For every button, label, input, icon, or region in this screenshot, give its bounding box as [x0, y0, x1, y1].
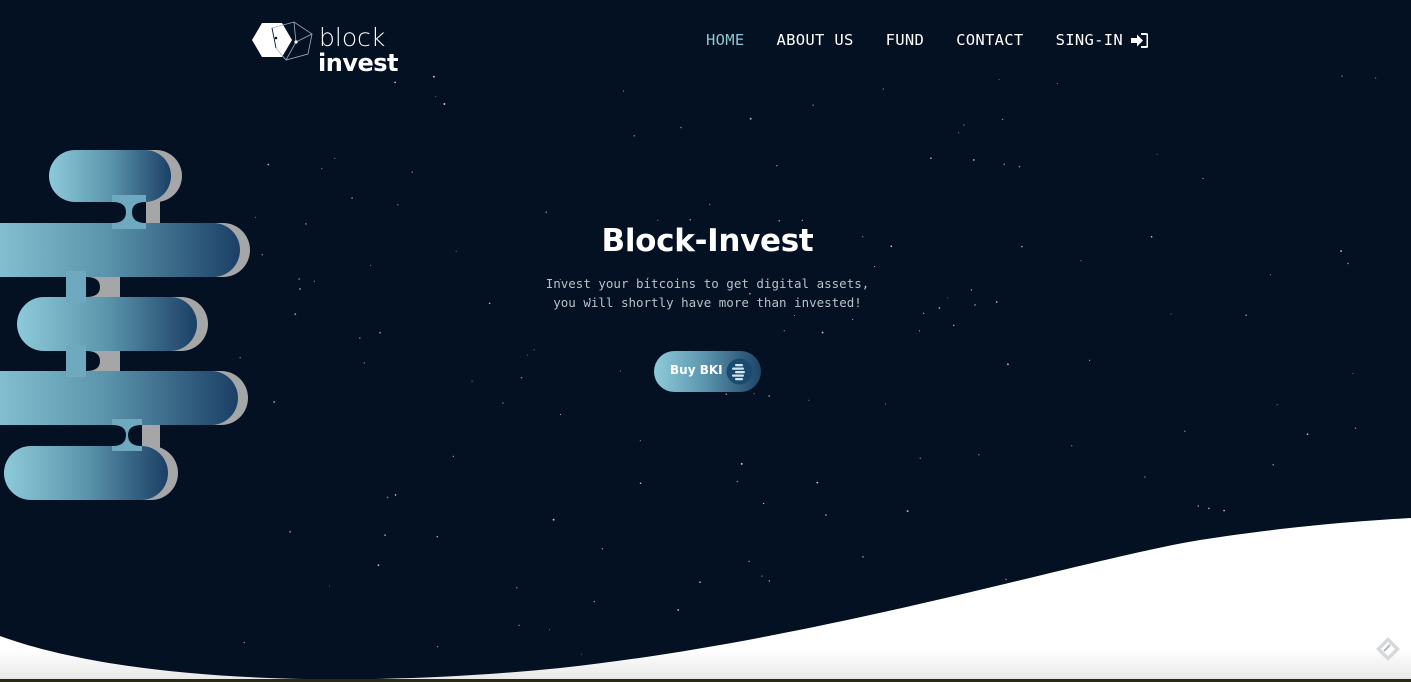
logo-word-block: block: [319, 23, 386, 52]
diamond-scroll-icon[interactable]: [1374, 635, 1402, 663]
main-nav: HOME ABOUT US FUND CONTACT SING-IN: [706, 30, 1148, 50]
sign-in-icon: [1131, 32, 1148, 48]
nav-about-us[interactable]: ABOUT US: [777, 31, 854, 49]
bki-coin-icon: [726, 358, 753, 385]
landing-page: block invest HOME ABOUT US FUND CONTACT …: [0, 0, 1411, 682]
capsule-stack-illustration: [0, 150, 250, 500]
hero-subtitle-line-2: you will shortly have more than invested…: [553, 295, 862, 310]
hero-title: Block-Invest: [601, 223, 814, 259]
nav-fund[interactable]: FUND: [886, 31, 925, 49]
nav-contact[interactable]: CONTACT: [956, 31, 1023, 49]
hexagon-cube-logo-icon: [252, 21, 313, 61]
nav-sign-in-label: SING-IN: [1055, 31, 1123, 49]
logo-word-invest: invest: [318, 49, 399, 77]
buy-bki-label: Buy BKI: [670, 363, 723, 377]
brand-logo[interactable]: block invest: [250, 14, 410, 75]
nav-sign-in[interactable]: SING-IN: [1056, 31, 1148, 49]
nav-home[interactable]: HOME: [706, 31, 745, 49]
hero-subtitle-line-1: Invest your bitcoins to get digital asse…: [545, 276, 870, 291]
hero-subtitle: Invest your bitcoins to get digital asse…: [0, 274, 1411, 312]
buy-bki-button[interactable]: Buy BKI: [654, 351, 761, 392]
